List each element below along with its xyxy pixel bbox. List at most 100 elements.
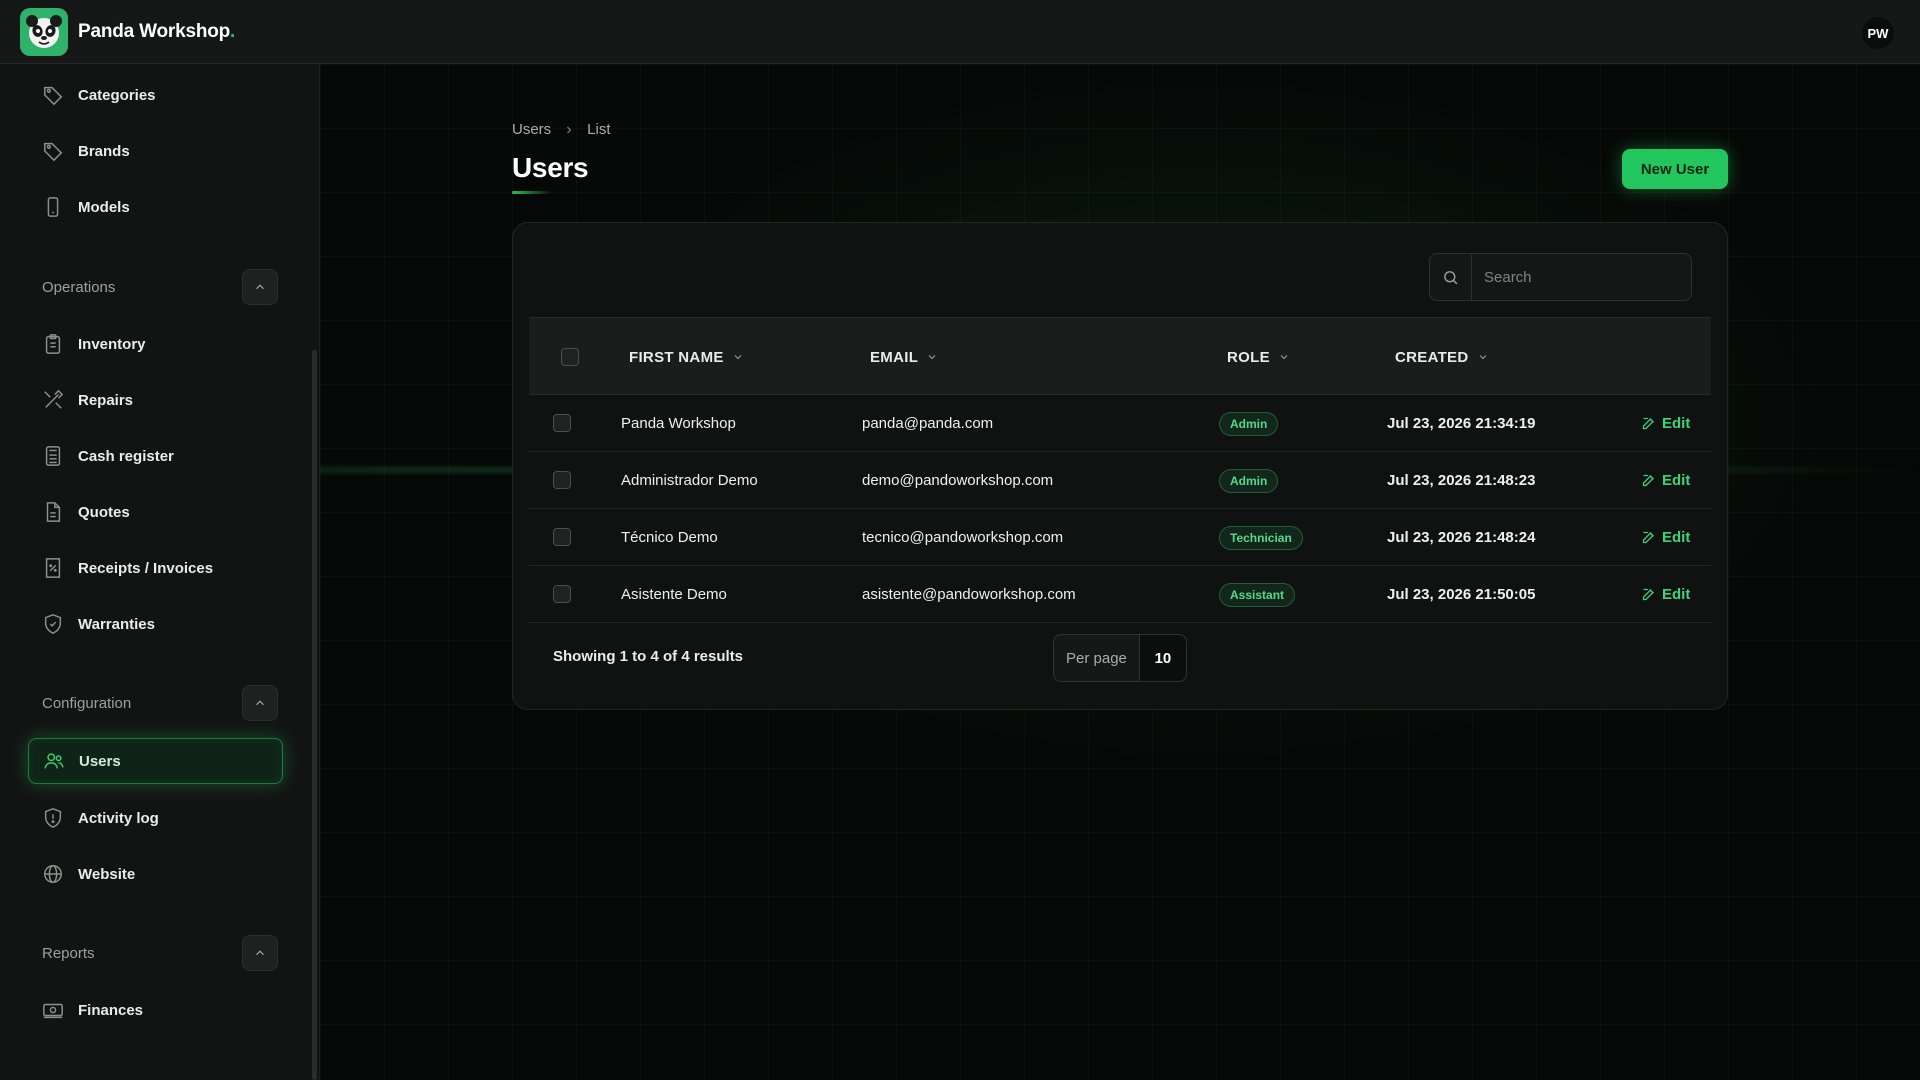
- cell-role: Admin: [1219, 395, 1279, 452]
- column-header-label: EMAIL: [870, 348, 919, 366]
- cell-email: demo@pandoworkshop.com: [862, 472, 1054, 489]
- edit-icon: [1642, 531, 1654, 544]
- sidebar-item-label: Activity log: [78, 809, 159, 827]
- breadcrumb-current: List: [587, 121, 611, 138]
- tools-icon: [42, 389, 64, 411]
- sidebar-item-receipts-invoices[interactable]: Receipts / Invoices: [28, 545, 283, 591]
- cell-first-name: Panda Workshop: [621, 415, 736, 432]
- cell-email: panda@panda.com: [862, 415, 994, 432]
- clipboard-list-icon: [42, 333, 64, 355]
- sidebar-item-inventory[interactable]: Inventory: [28, 321, 283, 367]
- select-all-checkbox[interactable]: [561, 348, 579, 366]
- cell-actions: Edit: [1641, 395, 1690, 452]
- sidebar-item-cash-register[interactable]: Cash register: [28, 433, 283, 479]
- cell-created: Jul 23, 2026 21:48:24: [1387, 529, 1536, 546]
- sidebar-item-label: Finances: [78, 1001, 144, 1019]
- breadcrumb-users-link[interactable]: Users: [512, 121, 551, 138]
- brand-name[interactable]: Panda Workshop.: [78, 21, 235, 43]
- cell-first-name: Asistente Demo: [621, 586, 727, 603]
- column-header-role[interactable]: ROLE: [1227, 318, 1290, 396]
- sidebar-group-configuration: Configuration: [42, 685, 278, 721]
- collapse-reports-button[interactable]: [242, 935, 278, 971]
- sidebar-group-label: Operations: [42, 278, 116, 296]
- column-header-first-name[interactable]: FIRST NAME: [629, 318, 744, 396]
- row-checkbox[interactable]: [553, 471, 571, 489]
- cell-email: asistente@pandoworkshop.com: [862, 586, 1076, 603]
- sidebar-item-finances[interactable]: Finances: [28, 987, 283, 1033]
- row-checkbox[interactable]: [553, 585, 571, 603]
- table-row[interactable]: Asistente Demo asistente@pandoworkshop.c…: [529, 566, 1711, 623]
- sidebar-group-reports: Reports: [42, 935, 278, 971]
- cell-first-name: Administrador Demo: [621, 472, 758, 489]
- chevron-up-icon: [256, 700, 264, 706]
- edit-button[interactable]: Edit: [1641, 529, 1690, 546]
- table-row[interactable]: Administrador Demo demo@pandoworkshop.co…: [529, 452, 1711, 509]
- column-header-label: ROLE: [1227, 348, 1270, 366]
- sidebar-item-quotes[interactable]: Quotes: [28, 489, 283, 535]
- cell-role: Technician: [1219, 509, 1303, 566]
- search-field[interactable]: [1429, 253, 1692, 301]
- edit-button[interactable]: Edit: [1641, 586, 1690, 603]
- edit-icon: [1642, 474, 1654, 487]
- document-icon: [42, 501, 64, 523]
- chevron-up-icon: [256, 950, 264, 956]
- sidebar-scrollbar[interactable]: [312, 350, 317, 1080]
- sidebar-item-label: Categories: [78, 86, 156, 104]
- chevron-down-icon: [1477, 351, 1489, 363]
- row-checkbox[interactable]: [553, 528, 571, 546]
- cell-actions: Edit: [1641, 509, 1690, 566]
- sidebar-item-label: Models: [78, 198, 130, 216]
- sidebar-item-label: Cash register: [78, 447, 174, 465]
- shield-check-icon: [42, 613, 64, 635]
- cell-first-name: Técnico Demo: [621, 529, 718, 546]
- sidebar-item-label: Users: [79, 752, 121, 770]
- sidebar-item-categories[interactable]: Categories: [28, 72, 283, 118]
- sidebar-item-website[interactable]: Website: [28, 851, 283, 897]
- sidebar-item-users[interactable]: Users: [28, 738, 283, 784]
- cell-role: Assistant: [1219, 566, 1296, 623]
- sidebar-item-repairs[interactable]: Repairs: [28, 377, 283, 423]
- tag-icon: [42, 84, 64, 106]
- sidebar-item-brands[interactable]: Brands: [28, 128, 283, 174]
- user-avatar[interactable]: PW: [1862, 17, 1894, 49]
- collapse-configuration-button[interactable]: [242, 685, 278, 721]
- role-badge: Admin: [1219, 468, 1279, 493]
- per-page-select[interactable]: Per page 10: [1053, 634, 1187, 682]
- sidebar-group-operations: Operations: [42, 269, 278, 305]
- cell-created: Jul 23, 2026 21:34:19: [1387, 415, 1536, 432]
- edit-button[interactable]: Edit: [1641, 415, 1690, 432]
- sidebar-item-models[interactable]: Models: [28, 184, 283, 230]
- table-row[interactable]: Panda Workshop panda@panda.com Admin Jul…: [529, 395, 1711, 452]
- sidebar-item-warranties[interactable]: Warranties: [28, 601, 283, 647]
- collapse-operations-button[interactable]: [242, 269, 278, 305]
- chevron-down-icon: [732, 351, 744, 363]
- results-summary: Showing 1 to 4 of 4 results: [553, 648, 744, 665]
- banknotes-icon: [42, 999, 64, 1021]
- panda-logo-icon[interactable]: [20, 7, 68, 56]
- sidebar-item-label: Website: [78, 865, 136, 883]
- sidebar-item-label: Repairs: [78, 391, 134, 409]
- new-user-button[interactable]: New User: [1622, 149, 1728, 189]
- column-header-email[interactable]: EMAIL: [870, 318, 938, 396]
- edit-button[interactable]: Edit: [1641, 472, 1690, 489]
- per-page-value[interactable]: 10: [1139, 635, 1186, 681]
- sidebar-group-label: Reports: [42, 944, 95, 962]
- cell-actions: Edit: [1641, 566, 1690, 623]
- search-icon: [1430, 254, 1472, 300]
- sidebar-group-label: Configuration: [42, 694, 132, 712]
- calculator-icon: [42, 445, 64, 467]
- sidebar-item-label: Inventory: [78, 335, 146, 353]
- breadcrumb: Users List: [512, 121, 611, 138]
- sidebar-item-activity-log[interactable]: Activity log: [28, 795, 283, 841]
- edit-label: Edit: [1662, 586, 1691, 603]
- table-row[interactable]: Técnico Demo tecnico@pandoworkshop.com T…: [529, 509, 1711, 566]
- chevron-down-icon: [1278, 351, 1290, 363]
- role-badge: Admin: [1219, 411, 1279, 436]
- column-header-label: FIRST NAME: [629, 348, 724, 366]
- cell-created: Jul 23, 2026 21:50:05: [1387, 586, 1536, 603]
- column-header-created[interactable]: CREATED: [1395, 318, 1489, 396]
- cell-actions: Edit: [1641, 452, 1690, 509]
- receipt-percent-icon: [42, 557, 64, 579]
- search-input[interactable]: [1472, 254, 1691, 300]
- row-checkbox[interactable]: [553, 414, 571, 432]
